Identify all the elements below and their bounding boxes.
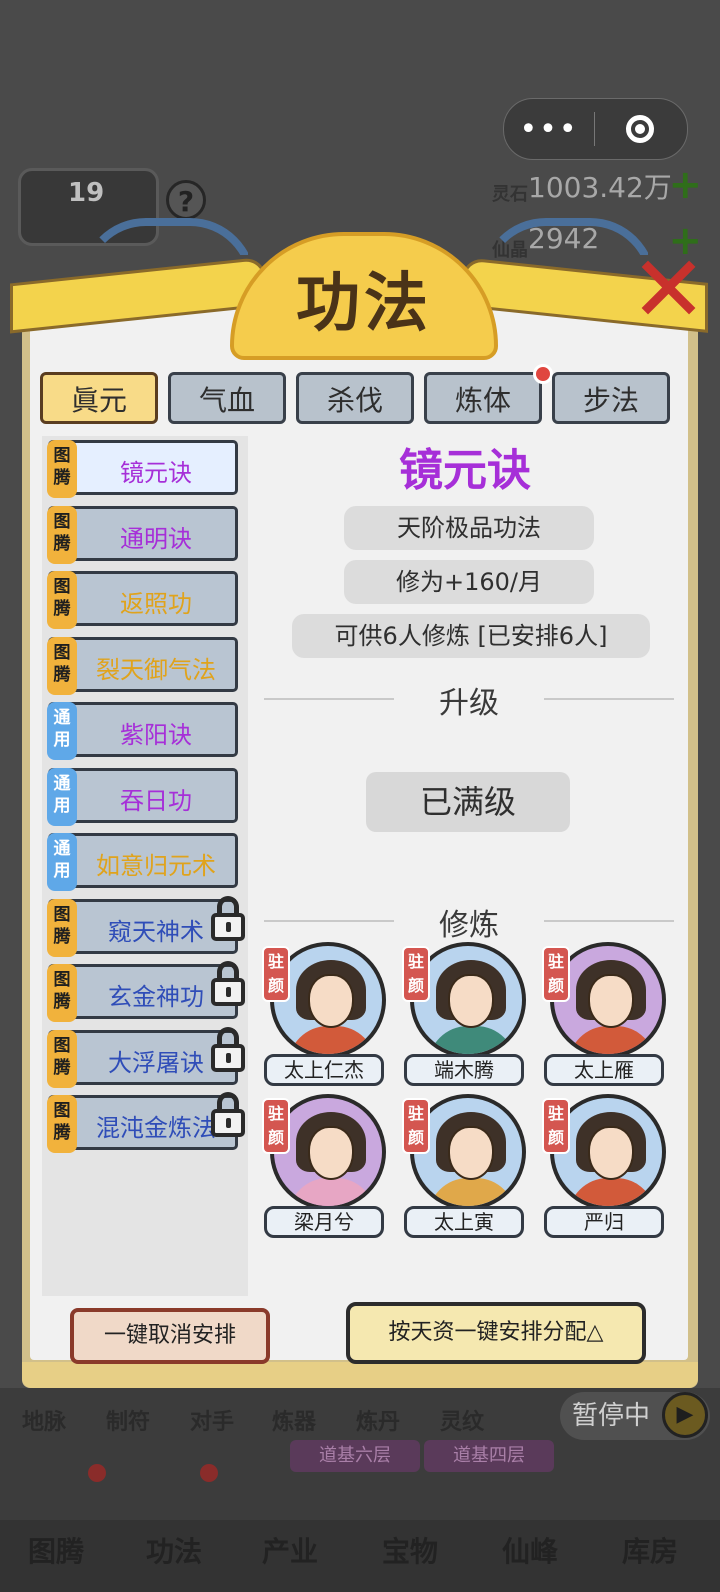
skill-type-badge: 图 腾 [47, 571, 77, 629]
cultivator-name: 太上仁杰 [264, 1054, 384, 1086]
lock-icon [209, 1092, 247, 1137]
skill-name: 紫阳诀 [120, 721, 192, 749]
skill-item[interactable]: 通 用 紫阳诀 [47, 702, 238, 760]
tab-zhenyuan[interactable]: 眞元 [40, 372, 158, 424]
tab-bufa[interactable]: 步法 [552, 372, 670, 424]
resource-spirit-stone: 灵石 1003.42万 + [492, 162, 702, 208]
sub-tab-lianqi[interactable]: 炼器 [272, 1404, 316, 1436]
target-icon [626, 115, 654, 143]
close-miniprogram-button[interactable] [595, 115, 685, 143]
sub-tab-liandan[interactable]: 炼丹 [356, 1404, 400, 1436]
sub-tab-dimai[interactable]: 地脉 [22, 1404, 66, 1436]
sub-tab-lingwen[interactable]: 灵纹 [440, 1404, 484, 1436]
zhuyan-badge: 驻 颜 [262, 1098, 290, 1154]
modal-bottom-trim [22, 1362, 698, 1388]
skill-type-badge: 图 腾 [47, 636, 77, 695]
cultivator-card[interactable]: 驻 颜严归 [542, 1094, 666, 1244]
mini-program-capsule: ••• [503, 98, 688, 160]
skill-type-badge: 通 用 [47, 767, 77, 826]
cultivate-header: 修炼 [264, 900, 674, 943]
notification-dot [88, 1464, 106, 1482]
nav-chanye[interactable]: 产业 [262, 1530, 318, 1570]
skill-name: 返照功 [120, 590, 192, 618]
help-icon[interactable]: ? [166, 180, 206, 220]
play-icon[interactable]: ▶ [662, 1392, 708, 1438]
cultivator-card[interactable]: 驻 颜梁月兮 [262, 1094, 386, 1244]
skill-item[interactable]: 图 腾 返照功 [47, 571, 238, 629]
upgrade-header: 升级 [264, 678, 674, 721]
sub-tab-zhifu[interactable]: 制符 [106, 1404, 150, 1436]
nav-tuteng[interactable]: 图腾 [28, 1530, 84, 1570]
auto-assign-button[interactable]: 按天资一键安排分配△ [346, 1302, 646, 1364]
max-level-button: 已满级 [366, 772, 570, 832]
close-icon[interactable]: ✕ [630, 244, 707, 336]
zhuyan-badge: 驻 颜 [402, 946, 430, 1002]
skill-title: 镜元诀 [399, 445, 531, 496]
cultivator-card[interactable]: 驻 颜太上寅 [402, 1094, 526, 1244]
cultivator-name: 严归 [544, 1206, 664, 1238]
nav-kufang[interactable]: 库房 [622, 1530, 678, 1570]
tab-qixue[interactable]: 气血 [168, 372, 286, 424]
modal-title: 功法 [296, 267, 432, 341]
skill-name: 如意归元术 [96, 852, 216, 880]
tab-shafa[interactable]: 杀伐 [296, 372, 414, 424]
cultivator-name: 端木腾 [404, 1054, 524, 1086]
cultivator-name: 太上雁 [544, 1054, 664, 1086]
skill-type-badge: 图 腾 [47, 964, 77, 1022]
skill-item[interactable]: 图 腾裂天御气法 [47, 636, 238, 695]
zhuyan-badge: 驻 颜 [542, 1098, 570, 1154]
add-resource-button[interactable]: + [668, 162, 702, 208]
cultivator-card[interactable]: 驻 颜太上雁 [542, 942, 666, 1092]
sub-tab-duishou[interactable]: 对手 [190, 1404, 234, 1436]
skill-capacity: 可供6人修炼 [已安排6人] [292, 614, 650, 658]
zhuyan-badge: 驻 颜 [542, 946, 570, 1002]
notification-dot [533, 364, 553, 384]
floor-tag: 道基六层 [290, 1440, 420, 1472]
skill-grade: 天阶极品功法 [344, 506, 594, 550]
cultivator-name: 太上寅 [404, 1206, 524, 1238]
skill-name: 镜元诀 [120, 459, 192, 487]
zhuyan-badge: 驻 颜 [262, 946, 290, 1002]
skill-name: 吞日功 [120, 786, 192, 815]
notification-dot [200, 1464, 218, 1482]
cultivator-card[interactable]: 驻 颜端木腾 [402, 942, 526, 1092]
bottom-nav [0, 1520, 720, 1592]
lock-icon [209, 961, 247, 1006]
skill-type-badge: 图 腾 [47, 505, 77, 564]
skill-type-badge: 图 腾 [47, 1095, 77, 1153]
more-menu-button[interactable]: ••• [504, 112, 594, 147]
tab-lianti[interactable]: 炼体 [424, 372, 542, 424]
skill-item[interactable]: 通 用 吞日功 [47, 767, 238, 826]
skill-type-badge: 图 腾 [47, 898, 77, 957]
cultivator-name: 梁月兮 [264, 1206, 384, 1238]
skill-type-badge: 通 用 [47, 833, 77, 891]
skill-item[interactable]: 图 腾 通明诀 [47, 505, 238, 564]
floor-tag: 道基四层 [424, 1440, 554, 1472]
resource-label: 灵石 [492, 184, 528, 205]
skill-item[interactable]: 通 用如意归元术 [47, 833, 238, 891]
nav-xianfeng[interactable]: 仙峰 [502, 1530, 558, 1570]
skill-item[interactable]: 图 腾玄金神功 [47, 961, 245, 1022]
skill-item[interactable]: 图 腾 镜元诀 [47, 440, 238, 498]
nav-baowu[interactable]: 宝物 [382, 1530, 438, 1570]
skill-name: 裂天御气法 [96, 655, 216, 684]
level-number: 19 [68, 178, 105, 208]
skill-item[interactable]: 图 腾大浮屠诀 [47, 1026, 245, 1088]
cultivator-card[interactable]: 驻 颜太上仁杰 [262, 942, 386, 1092]
skill-item[interactable]: 图 腾窥天神术 [47, 895, 245, 957]
resource-value: 1003.42万 [528, 171, 672, 204]
skill-type-badge: 图 腾 [47, 1029, 77, 1088]
cancel-all-button[interactable]: 一键取消安排 [70, 1308, 270, 1364]
skill-name: 通明诀 [120, 524, 192, 553]
skill-type-badge: 图 腾 [47, 440, 77, 498]
skill-gain: 修为+160/月 [344, 560, 594, 604]
skill-item[interactable]: 图 腾混沌金炼法 [47, 1092, 245, 1153]
skill-type-badge: 通 用 [47, 702, 77, 760]
lock-icon [209, 895, 247, 941]
nav-gongfa[interactable]: 功法 [146, 1530, 202, 1570]
lock-icon [209, 1026, 247, 1072]
zhuyan-badge: 驻 颜 [402, 1098, 430, 1154]
